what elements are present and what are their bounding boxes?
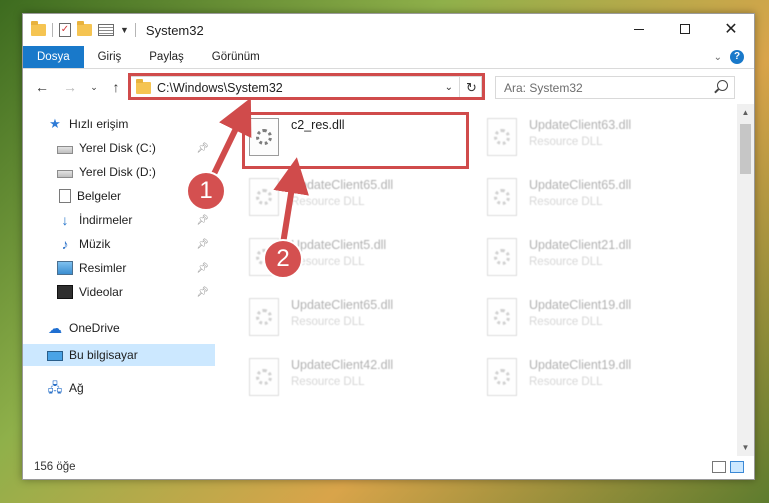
step-1-badge: 1 xyxy=(186,171,226,211)
arrow-to-address-bar xyxy=(209,97,252,180)
annotation-arrows xyxy=(209,97,309,251)
step-2-badge: 2 xyxy=(263,239,303,279)
